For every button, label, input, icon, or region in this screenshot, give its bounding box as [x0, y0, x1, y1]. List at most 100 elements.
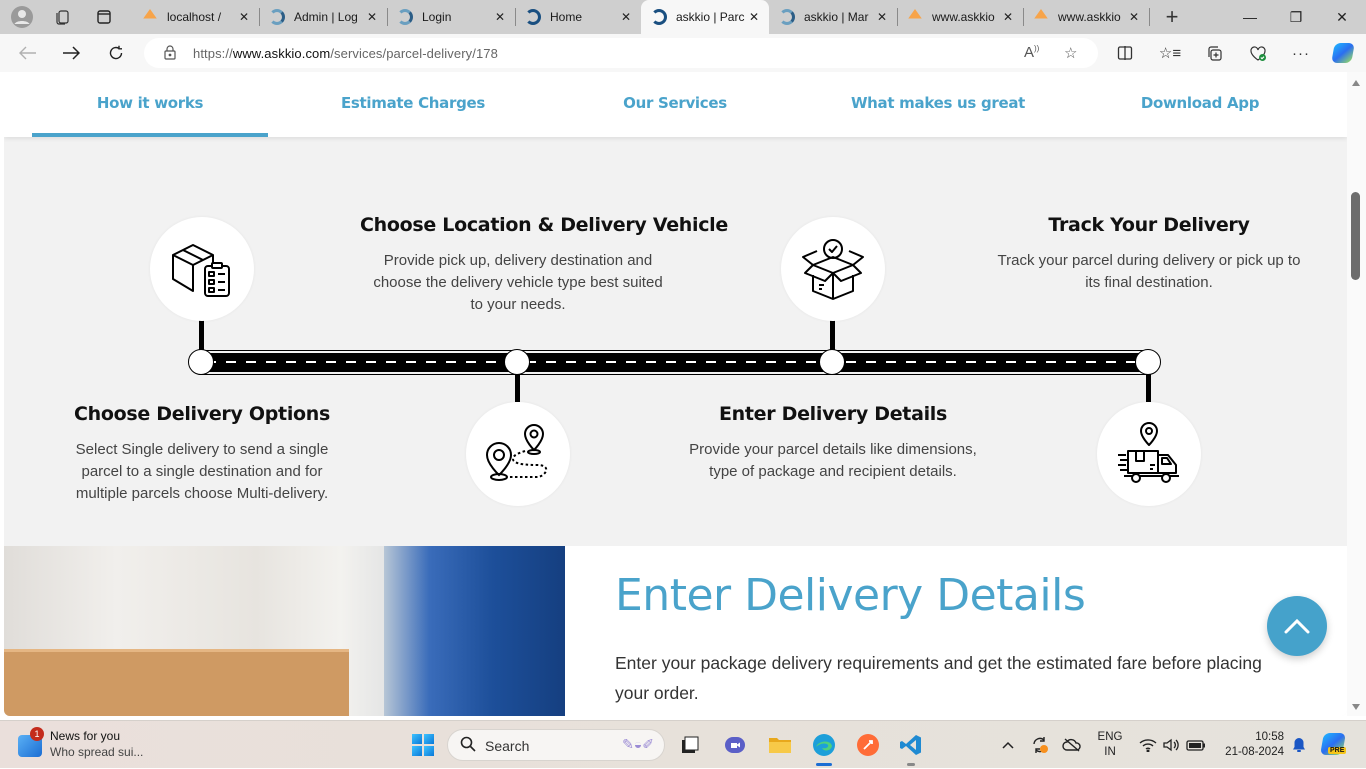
show-hidden-icons-icon[interactable]	[998, 721, 1018, 769]
edge-browser-icon[interactable]	[809, 730, 839, 766]
browser-tab[interactable]: askkio | Mar ✕	[769, 4, 898, 30]
start-button[interactable]	[408, 730, 438, 760]
postman-icon[interactable]	[853, 730, 883, 760]
taskbar-search[interactable]: Search ✎◒✐	[447, 729, 665, 761]
copilot-icon[interactable]	[1331, 42, 1355, 64]
windows-taskbar: 1 News for you Who spread sui... Search …	[0, 720, 1366, 768]
timeline-node	[188, 349, 214, 375]
scroll-to-top-button[interactable]	[1267, 596, 1327, 656]
input-language-indicator[interactable]: ENG IN	[1096, 730, 1124, 760]
step-title: Track Your Delivery	[1048, 214, 1250, 236]
news-widget[interactable]: 1 News for you Who spread sui...	[18, 727, 178, 763]
step-description: Provide pick up, delivery destination an…	[373, 252, 663, 313]
system-clock[interactable]: 10:58 21-08-2024	[1212, 730, 1284, 760]
windows-logo-icon	[412, 734, 434, 756]
back-button[interactable]	[15, 41, 41, 65]
sync-update-icon[interactable]	[1029, 721, 1051, 769]
step-description: Select Single delivery to send a single …	[75, 441, 329, 502]
timeline-node	[1135, 349, 1161, 375]
tab-download-app[interactable]: Download App	[1082, 72, 1318, 137]
step-description: Provide your parcel details like dimensi…	[689, 441, 977, 480]
minimize-button[interactable]: —	[1230, 5, 1270, 29]
close-tab-icon[interactable]: ✕	[621, 10, 631, 24]
favorites-icon[interactable]: ☆≡	[1158, 42, 1182, 64]
split-screen-icon[interactable]	[1113, 42, 1137, 64]
close-tab-icon[interactable]: ✕	[877, 10, 887, 24]
search-icon	[460, 736, 476, 756]
step-title: Enter Delivery Details	[718, 403, 948, 425]
tab-estimate-charges[interactable]: Estimate Charges	[295, 72, 531, 137]
chevron-up-icon	[1284, 618, 1310, 634]
address-bar[interactable]: https://www.askkio.com/services/parcel-d…	[144, 38, 1098, 68]
scroll-thumb[interactable]	[1351, 192, 1360, 280]
browser-essentials-icon[interactable]	[1246, 42, 1270, 64]
askkio-dark-icon	[525, 9, 541, 25]
close-window-button[interactable]: ✕	[1322, 5, 1362, 29]
copilot-preview-icon[interactable]: PRE	[1320, 721, 1348, 769]
close-tab-icon[interactable]: ✕	[239, 10, 249, 24]
tab-our-services[interactable]: Our Services	[557, 72, 793, 137]
new-tab-button[interactable]: +	[1160, 4, 1184, 29]
forward-button[interactable]	[58, 41, 84, 65]
askkio-icon	[397, 9, 413, 25]
step-icon-circle	[466, 402, 570, 506]
volume-icon[interactable]	[1160, 721, 1182, 769]
browser-tab-active[interactable]: askkio | Parc ✕	[641, 0, 769, 34]
banner-panel: Enter Delivery Details Enter your packag…	[565, 546, 1347, 716]
box-checklist-icon	[172, 244, 230, 297]
tab-how-it-works[interactable]: How it works	[32, 72, 268, 137]
vscode-icon[interactable]	[896, 730, 926, 766]
task-view-icon[interactable]	[675, 730, 705, 760]
timeline-node	[819, 349, 845, 375]
step-title: Choose Location & Delivery Vehicle	[360, 214, 728, 236]
profile-avatar-icon[interactable]	[10, 5, 34, 29]
favorite-star-icon[interactable]: ☆	[1064, 44, 1077, 62]
notifications-bell-icon[interactable]	[1288, 721, 1310, 769]
scroll-down-arrow[interactable]	[1352, 704, 1360, 710]
lock-icon	[164, 45, 176, 63]
open-box-check-icon	[802, 239, 864, 300]
banner-description: Enter your package delivery requirements…	[615, 653, 1262, 703]
collections-icon[interactable]	[1202, 42, 1226, 64]
pma-icon	[142, 9, 158, 21]
scroll-up-arrow[interactable]	[1352, 80, 1360, 86]
browser-tab[interactable]: www.askkio ✕	[1023, 4, 1150, 30]
browser-tab[interactable]: localhost / ✕	[132, 4, 260, 30]
close-tab-icon[interactable]: ✕	[1003, 10, 1013, 24]
more-menu-icon[interactable]: ···	[1289, 42, 1313, 64]
browser-tab[interactable]: Home ✕	[515, 4, 641, 30]
read-aloud-icon[interactable]: A))	[1024, 44, 1039, 61]
close-tab-icon[interactable]: ✕	[1129, 10, 1139, 24]
pma-icon	[907, 9, 923, 21]
page-scrollbar[interactable]	[1347, 72, 1366, 716]
file-explorer-icon[interactable]	[765, 730, 795, 760]
close-tab-icon[interactable]: ✕	[367, 10, 377, 24]
teams-meet-icon[interactable]	[720, 730, 750, 760]
refresh-button[interactable]	[103, 41, 129, 65]
delivery-truck-pin-icon	[1118, 422, 1179, 483]
section-nav: How it works Estimate Charges Our Servic…	[4, 72, 1347, 137]
route-pins-icon	[485, 423, 548, 481]
close-tab-icon[interactable]: ✕	[495, 10, 505, 24]
browser-tab[interactable]: Admin | Log ✕	[259, 4, 388, 30]
close-tab-icon[interactable]: ✕	[749, 10, 759, 24]
browser-tab[interactable]: www.askkio ✕	[897, 4, 1024, 30]
onedrive-offline-icon[interactable]	[1061, 721, 1083, 769]
workspaces-icon[interactable]	[50, 5, 74, 29]
step-icon-circle	[781, 217, 885, 321]
timeline-connector	[1146, 372, 1151, 402]
browser-toolbar: https://www.askkio.com/services/parcel-d…	[0, 34, 1366, 72]
wifi-icon[interactable]	[1137, 721, 1159, 769]
search-highlight-icon: ✎◒✐	[622, 736, 654, 752]
restore-button[interactable]: ❐	[1276, 5, 1316, 29]
step-icon-circle	[1097, 402, 1201, 506]
browser-tab[interactable]: Login ✕	[387, 4, 516, 30]
tab-what-makes-us-great[interactable]: What makes us great	[820, 72, 1056, 137]
tab-actions-icon[interactable]	[92, 5, 116, 29]
timeline-connector	[515, 372, 520, 402]
step-title: Choose Delivery Options	[73, 403, 331, 425]
askkio-dark-icon	[651, 9, 667, 25]
notification-badge: 1	[30, 727, 44, 741]
battery-charging-icon[interactable]	[1185, 721, 1207, 769]
step-icon-circle	[150, 217, 254, 321]
